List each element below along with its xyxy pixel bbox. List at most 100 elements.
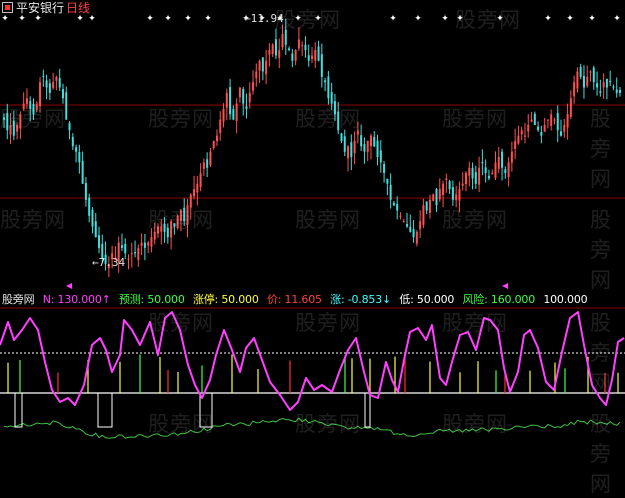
candle-body <box>199 173 202 188</box>
candle-body <box>386 178 389 184</box>
candle-body <box>265 60 268 75</box>
candle-body <box>619 90 621 93</box>
candle-body <box>248 92 251 103</box>
candle-body <box>196 183 199 193</box>
dip-box <box>97 393 113 428</box>
candle-body <box>61 89 64 99</box>
candle-body <box>137 247 140 260</box>
candle-body <box>589 71 592 73</box>
period-label[interactable]: 日线 <box>66 1 90 15</box>
candle-body <box>68 122 71 131</box>
candle-body <box>157 226 159 234</box>
candle-body <box>284 29 287 45</box>
candle-body <box>582 75 585 88</box>
candle-body <box>599 91 602 93</box>
triangle-marker-icon <box>66 283 72 289</box>
signal-marker-icon: ✦ <box>389 14 397 24</box>
candle-body <box>458 189 461 201</box>
candle-body <box>383 163 386 174</box>
candle-body <box>206 159 209 168</box>
candle-body <box>402 221 405 223</box>
candle-body <box>592 67 595 83</box>
window-icon[interactable] <box>2 2 13 13</box>
candle-body <box>225 92 228 108</box>
candle-body <box>29 101 32 109</box>
candle-body <box>602 82 605 88</box>
candle-body <box>451 187 454 200</box>
candle-body <box>173 223 176 227</box>
candle-body <box>183 207 186 222</box>
candle-body <box>229 87 232 115</box>
signal-marker-icon: ✦ <box>456 14 464 24</box>
candle-body <box>170 221 173 238</box>
candle-body <box>232 109 235 120</box>
candle-body <box>605 78 608 88</box>
candle-body <box>337 111 340 131</box>
candle-body <box>35 103 38 110</box>
candle-body <box>212 140 215 149</box>
candle-body <box>16 124 19 132</box>
candle-body <box>442 183 445 195</box>
candle-body <box>297 39 300 49</box>
candle-body <box>75 147 78 152</box>
candle-body <box>363 144 366 152</box>
signal-marker-icon: ✦ <box>1 14 9 24</box>
candle-body <box>392 202 395 206</box>
signal-marker-icon: ✦ <box>76 14 84 24</box>
signal-marker-icon: ✦ <box>184 14 192 24</box>
candle-body <box>514 140 517 150</box>
indicator-legend: 股旁网 N: 130.000↑ 预测: 50.000 涨停: 50.000 价:… <box>2 293 592 307</box>
candle-body <box>65 92 68 120</box>
signal-marker-icon: ✦ <box>441 14 449 24</box>
candle-body <box>422 205 425 225</box>
candle-body <box>347 146 350 159</box>
candle-body <box>52 82 55 89</box>
candle-body <box>22 103 25 110</box>
candle-body <box>412 229 415 238</box>
param-price: 价: 11.605 <box>266 293 322 306</box>
candle-body <box>120 245 123 248</box>
candle-body <box>39 82 42 106</box>
candle-body <box>586 76 589 86</box>
candle-body <box>510 151 513 163</box>
candle-body <box>327 76 330 99</box>
candle-body <box>353 140 356 154</box>
signal-marker-icon: ✦ <box>18 14 26 24</box>
candle-body <box>415 231 418 244</box>
candle-body <box>468 167 471 176</box>
param-n: N: 130.000↑ <box>42 293 111 306</box>
candle-body <box>166 227 169 238</box>
candle-body <box>546 119 549 121</box>
signal-marker-icon: ✦ <box>88 14 96 24</box>
candle-body <box>465 173 467 185</box>
candle-body <box>202 162 205 169</box>
candle-body <box>455 194 458 201</box>
candle-body <box>291 53 294 61</box>
candle-body <box>478 167 481 185</box>
candle-body <box>523 135 526 137</box>
signal-marker-icon: ✦ <box>164 14 172 24</box>
candle-body <box>304 44 307 51</box>
candle-body <box>238 87 241 98</box>
candle-body <box>543 124 546 132</box>
candle-body <box>517 135 520 144</box>
candle-body <box>579 66 582 77</box>
candle-body <box>271 44 274 55</box>
candle-body <box>81 160 84 184</box>
candle-body <box>376 140 379 158</box>
candle-body <box>160 226 163 232</box>
candle-body <box>487 175 490 179</box>
dip-box <box>364 393 371 428</box>
candle-body <box>91 209 94 227</box>
signal-marker-icon: ✦ <box>544 14 552 24</box>
stock-chart[interactable]: ✦ ✦ ✦ ✦ ✦ ✦ ✦ ✦ ✦ ✦ ✦ ✦ ✦ ✦ ✦ ✦ ✦ ✦ ✦ ✦ ✦ ✦ ✦ <box>0 0 625 459</box>
candle-body <box>261 57 264 72</box>
candle-body <box>215 135 218 142</box>
candle-body <box>474 172 477 184</box>
candle-body <box>366 140 369 153</box>
param-extra: 100.000 <box>543 293 588 306</box>
param-low: 低: 50.000 <box>399 293 455 306</box>
candle-body <box>124 243 127 254</box>
candle-body <box>281 34 284 48</box>
candle-body <box>494 162 497 178</box>
